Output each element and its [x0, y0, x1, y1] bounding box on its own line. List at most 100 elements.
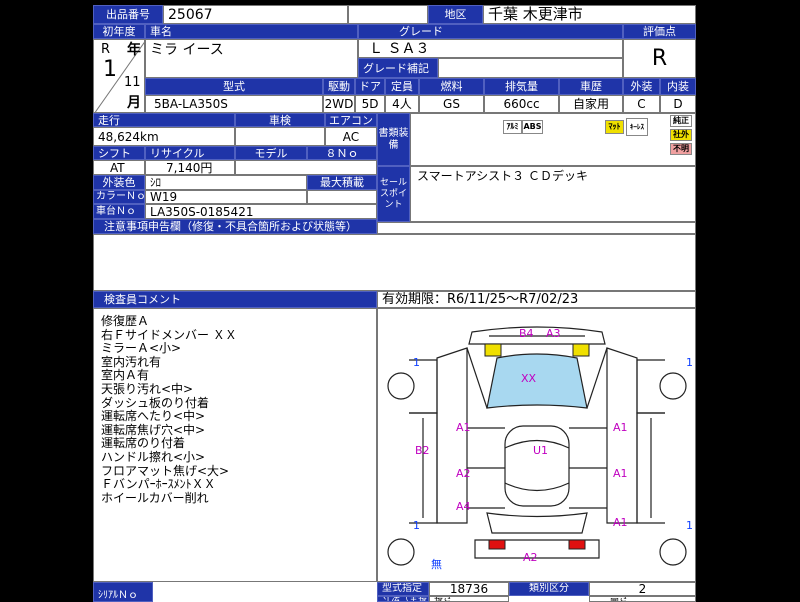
aftermarket-flag: 社外	[670, 129, 692, 141]
year-unit: 年	[127, 42, 141, 58]
comment-line: ＦバンパｰﾎｰｽﾒﾝﾄＸＸ	[101, 477, 216, 492]
region-label: 地区	[428, 5, 483, 24]
grade-label: グレード	[358, 24, 623, 39]
max-load-label: 最大積載	[307, 175, 377, 190]
report-area	[93, 234, 696, 291]
docs-label: 書類装備	[377, 113, 410, 166]
exterior-value: C	[623, 95, 660, 113]
inspector-comments: 修復歴Ａ 右Ｆサイドメンバー ＸＸ ミラーＡ<小> 室内汚れ有 室内Ａ有 天張り…	[101, 314, 237, 505]
damage-mark: A2	[456, 467, 471, 480]
sales-point-label: セールスポイント	[377, 166, 410, 222]
damage-mark: U1	[533, 444, 549, 457]
comment-line: 運転席へたり<中>	[101, 409, 206, 424]
door-value: 5D	[355, 95, 385, 113]
unknown-flag: 不明	[670, 143, 692, 155]
report-label: 注意事項申告欄（修復・不具合箇所および状態等）	[93, 219, 377, 234]
comment-line: ミラーＡ<小>	[101, 341, 182, 356]
abs-flag: ABS	[522, 120, 543, 134]
shirial-label: ｼﾘｱﾙＮｏ	[93, 582, 153, 602]
comment-line: 右Ｆサイドメンバー ＸＸ	[101, 327, 237, 342]
sales-point-value: スマートアシスト３ ＣＤデッキ	[410, 166, 696, 222]
spare-label: 無	[431, 558, 442, 571]
mileage-label: 走行	[93, 113, 235, 127]
color-label: 外装色	[93, 175, 145, 190]
grade-value: Ｌ ＳＡ３	[358, 39, 623, 58]
class-label: 類別区分	[509, 582, 589, 596]
mileage-value: 48,624km	[93, 127, 235, 146]
comment-line: 修復歴Ａ	[101, 314, 150, 328]
blank-cell	[348, 5, 428, 24]
damage-mark: A3	[546, 327, 561, 340]
type-spec-value: 18736	[429, 582, 509, 596]
fuel-value: GS	[419, 95, 484, 113]
door-label: ドア	[355, 78, 385, 95]
damage-mark: A2	[523, 551, 538, 564]
damage-mark: A1	[456, 421, 471, 434]
genuine-flag: 純正	[670, 115, 692, 127]
dim-label: 寸法（全長）	[377, 596, 429, 602]
history-label: 車歴	[559, 78, 623, 95]
month-unit: 月	[127, 95, 141, 111]
damage-mark: B4	[519, 327, 534, 340]
grade-extra-label: グレード補記	[358, 58, 438, 78]
model-change-value: ８Ｎｏ	[307, 146, 377, 160]
model-change-label: モデル	[235, 146, 307, 160]
damage-mark: A4	[456, 500, 471, 513]
color-no-value: W19	[145, 190, 307, 204]
capacity-label: 定員	[385, 78, 419, 95]
damage-mark: B2	[415, 444, 430, 457]
damage-mark: A1	[613, 421, 628, 434]
ac-label: エアコン	[325, 113, 377, 127]
inspection-value	[235, 127, 325, 146]
displacement-label: 排気量	[484, 78, 559, 95]
tire-mark: 1	[413, 356, 420, 369]
blank-cell	[377, 222, 696, 234]
comment-line: 運転席のり付着	[101, 436, 186, 451]
lot-number: 25067	[163, 5, 348, 24]
comment-line: ハンドル擦れ<小>	[101, 449, 206, 464]
month-value: 11	[124, 75, 141, 90]
recycle-value: 7,140円	[145, 160, 235, 175]
exterior-label: 外装	[623, 78, 660, 95]
score-label: 評価点	[623, 24, 696, 39]
mat-flag: ﾏｯﾄ	[605, 120, 624, 134]
drive-label: 駆動	[323, 78, 355, 95]
yellow-mark-left	[484, 343, 502, 357]
capacity-value: 4人	[385, 95, 419, 113]
first-reg-label: 初年度	[93, 24, 145, 39]
model-label: 型式	[145, 78, 323, 95]
keyless-flag: ｷｰﾚｽ	[626, 118, 648, 136]
inspection-label: 車検	[235, 113, 325, 127]
shift-value: AT	[93, 160, 145, 175]
damage-mark: A1	[613, 516, 628, 529]
displacement-value: 660cc	[484, 95, 559, 113]
length-label: 長さ	[429, 596, 509, 602]
type-spec-label: 型式指定	[377, 582, 429, 596]
tire-mark: 1	[413, 519, 420, 532]
year-value: 1	[103, 57, 117, 82]
color-value: ｼﾛ	[145, 175, 307, 190]
chassis-value: LA350S-0185421	[145, 204, 377, 219]
comment-line: フロアマット焦げ<大>	[101, 463, 230, 478]
shift-label: シフト	[93, 146, 145, 160]
class-value: 2	[589, 582, 696, 596]
inspector-label: 検査員コメント	[93, 291, 377, 308]
yellow-mark-right	[572, 343, 590, 357]
car-name: ミラ イース	[145, 39, 358, 78]
tail-light-right	[568, 539, 586, 550]
score-value: R	[623, 39, 696, 78]
era: R	[101, 42, 111, 57]
ac-value: AC	[325, 127, 377, 146]
grade-extra-value	[438, 58, 623, 78]
interior-value: D	[660, 95, 696, 113]
chassis-label: 車台Ｎｏ	[93, 204, 145, 219]
damage-mark: A1	[613, 467, 628, 480]
height-label: 高さ	[589, 596, 696, 602]
comment-line: ホイールカバー削れ	[101, 490, 209, 505]
validity: 有効期限：R6/11/25～R7/02/23	[377, 291, 696, 308]
region-value: 千葉 木更津市	[483, 5, 696, 24]
auction-sheet: 出品番号 25067 地区 千葉 木更津市 初年度 車名 グレード 評価点 R …	[93, 5, 696, 602]
aw-flag: ｱﾙﾐ	[503, 120, 522, 134]
interior-label: 内装	[660, 78, 696, 95]
tire-mark: 1	[686, 519, 693, 532]
